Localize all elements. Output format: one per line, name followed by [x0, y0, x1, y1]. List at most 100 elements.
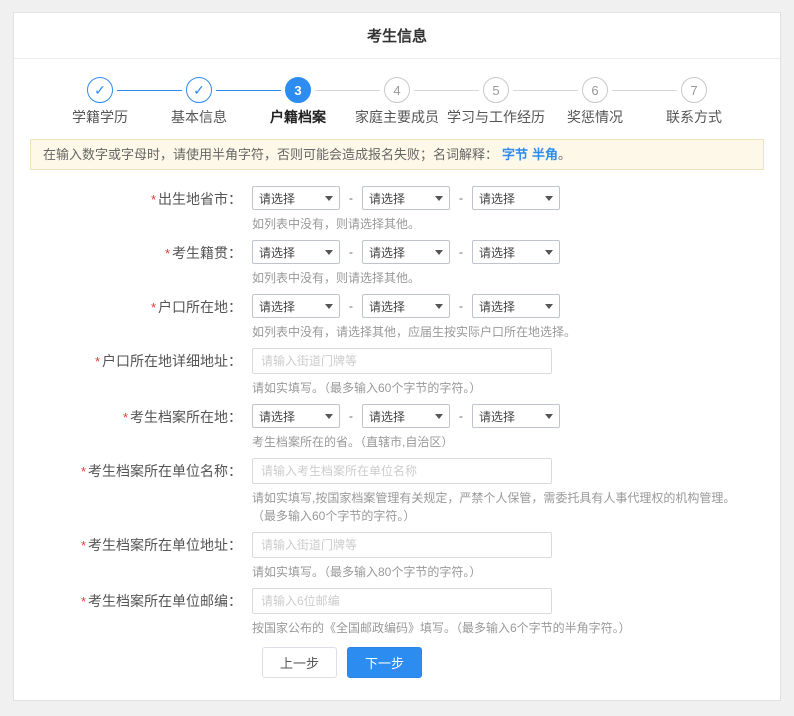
archive-city-select[interactable]: 请选择	[362, 404, 450, 428]
chevron-down-icon	[545, 304, 553, 309]
step-household-archive[interactable]: 3 户籍档案	[249, 77, 348, 125]
required-asterisk: *	[151, 192, 156, 207]
select-value: 请选择	[259, 298, 295, 315]
field-help: 请如实填写,按国家档案管理有关规定，严禁个人保管，需委托具有人事代理权的机构管理…	[252, 489, 760, 507]
form-row-archive-location: *考生档案所在地： 请选择 - 请选择 - 请选择 考生档案所在的省。（直辖市,…	[34, 404, 760, 451]
chevron-down-icon	[435, 196, 443, 201]
chevron-down-icon	[435, 304, 443, 309]
field-label: 考生档案所在地：	[130, 409, 242, 425]
required-asterisk: *	[81, 594, 86, 609]
step-basic-info[interactable]: ✓ 基本信息	[150, 77, 249, 125]
step-wizard: ✓ 学籍学历 ✓ 基本信息 3 户籍档案 4 家庭主要成员 5 学习与工作经历 …	[14, 59, 780, 125]
required-asterisk: *	[95, 354, 100, 369]
step-number: 4	[384, 77, 410, 103]
form-row-household-location: *户口所在地： 请选择 - 请选择 - 请选择 如列表中没有，请选择其他，应届生…	[34, 294, 760, 341]
field-help: 按国家公布的《全国邮政编码》填写。（最多输入6个字节的半角字符。）	[252, 619, 760, 637]
field-label: 户口所在地：	[158, 299, 242, 315]
separator: -	[349, 409, 353, 423]
form-row-native-place: *考生籍贯： 请选择 - 请选择 - 请选择 如列表中没有，则请选择其他。	[34, 240, 760, 287]
archive-province-select[interactable]: 请选择	[252, 404, 340, 428]
select-value: 请选择	[369, 408, 405, 425]
select-value: 请选择	[259, 190, 295, 207]
form-row-archive-unit-name: *考生档案所在单位名称： 请如实填写,按国家档案管理有关规定，严禁个人保管，需委…	[34, 458, 760, 525]
step-study-work-history[interactable]: 5 学习与工作经历	[447, 77, 546, 125]
step-number: 6	[582, 77, 608, 103]
required-asterisk: *	[123, 410, 128, 425]
field-label: 考生籍贯：	[172, 245, 242, 261]
notice-bar: 在输入数字或字母时，请使用半角字符，否则可能会造成报名失败；名词解释：字节半角。	[30, 139, 764, 170]
required-asterisk: *	[81, 538, 86, 553]
native-place-county-select[interactable]: 请选择	[472, 240, 560, 264]
chevron-down-icon	[325, 250, 333, 255]
select-value: 请选择	[369, 190, 405, 207]
select-value: 请选择	[479, 244, 515, 261]
step-family-members[interactable]: 4 家庭主要成员	[348, 77, 447, 125]
prev-step-button[interactable]: 上一步	[262, 647, 337, 678]
separator: -	[459, 191, 463, 205]
field-help: 如列表中没有，则请选择其他。	[252, 215, 760, 233]
check-icon: ✓	[87, 77, 113, 103]
field-label: 出生地省市：	[158, 191, 242, 207]
select-value: 请选择	[479, 190, 515, 207]
select-value: 请选择	[479, 408, 515, 425]
separator: -	[459, 299, 463, 313]
notice-suffix: 。	[558, 147, 571, 162]
field-help-line2: （最多输入60个字节的字符。）	[252, 507, 760, 525]
required-asterisk: *	[81, 464, 86, 479]
field-help: 如列表中没有，则请选择其他。	[252, 269, 760, 287]
household-city-select[interactable]: 请选择	[362, 294, 450, 318]
field-label: 考生档案所在单位邮编：	[88, 593, 242, 609]
candidate-info-card: 考生信息 ✓ 学籍学历 ✓ 基本信息 3 户籍档案 4 家庭主要成员 5 学习与…	[13, 12, 781, 701]
field-label: 考生档案所在单位名称：	[88, 463, 242, 479]
step-number: 5	[483, 77, 509, 103]
term-byte-link[interactable]: 字节	[502, 147, 528, 162]
household-archive-form: *出生地省市： 请选择 - 请选择 - 请选择 如列表中没有，则请选择其他。 *…	[14, 184, 780, 678]
birthplace-city-select[interactable]: 请选择	[362, 186, 450, 210]
native-place-city-select[interactable]: 请选择	[362, 240, 450, 264]
select-value: 请选择	[369, 244, 405, 261]
separator: -	[349, 245, 353, 259]
step-label: 户籍档案	[270, 109, 326, 125]
separator: -	[459, 245, 463, 259]
separator: -	[349, 191, 353, 205]
check-icon: ✓	[186, 77, 212, 103]
form-actions: 上一步 下一步	[262, 647, 760, 678]
chevron-down-icon	[545, 250, 553, 255]
field-help: 考生档案所在的省。（直辖市,自治区）	[252, 433, 760, 451]
form-row-household-address: *户口所在地详细地址： 请如实填写。（最多输入60个字节的字符。）	[34, 348, 760, 397]
chevron-down-icon	[325, 304, 333, 309]
step-label: 学籍学历	[72, 109, 128, 125]
household-county-select[interactable]: 请选择	[472, 294, 560, 318]
step-label: 基本信息	[171, 109, 227, 125]
native-place-province-select[interactable]: 请选择	[252, 240, 340, 264]
step-contact-info[interactable]: 7 联系方式	[645, 77, 744, 125]
household-address-input[interactable]	[252, 348, 552, 374]
step-label: 联系方式	[666, 109, 722, 125]
archive-county-select[interactable]: 请选择	[472, 404, 560, 428]
birthplace-county-select[interactable]: 请选择	[472, 186, 560, 210]
page-title: 考生信息	[14, 13, 780, 59]
field-label: 户口所在地详细地址：	[102, 353, 242, 369]
separator: -	[349, 299, 353, 313]
birthplace-province-select[interactable]: 请选择	[252, 186, 340, 210]
select-value: 请选择	[259, 408, 295, 425]
separator: -	[459, 409, 463, 423]
step-rewards-punishments[interactable]: 6 奖惩情况	[546, 77, 645, 125]
field-help: 请如实填写。（最多输入80个字节的字符。）	[252, 563, 760, 581]
archive-unit-name-input[interactable]	[252, 458, 552, 484]
step-number: 7	[681, 77, 707, 103]
chevron-down-icon	[325, 414, 333, 419]
required-asterisk: *	[151, 300, 156, 315]
step-academic-record[interactable]: ✓ 学籍学历	[51, 77, 150, 125]
household-province-select[interactable]: 请选择	[252, 294, 340, 318]
archive-unit-address-input[interactable]	[252, 532, 552, 558]
archive-unit-postcode-input[interactable]	[252, 588, 552, 614]
term-halfwidth-link[interactable]: 半角	[532, 147, 558, 162]
field-label: 考生档案所在单位地址：	[88, 537, 242, 553]
next-step-button[interactable]: 下一步	[347, 647, 422, 678]
form-row-birthplace: *出生地省市： 请选择 - 请选择 - 请选择 如列表中没有，则请选择其他。	[34, 186, 760, 233]
step-label: 奖惩情况	[567, 109, 623, 125]
form-row-archive-unit-address: *考生档案所在单位地址： 请如实填写。（最多输入80个字节的字符。）	[34, 532, 760, 581]
chevron-down-icon	[325, 196, 333, 201]
step-number: 3	[285, 77, 311, 103]
